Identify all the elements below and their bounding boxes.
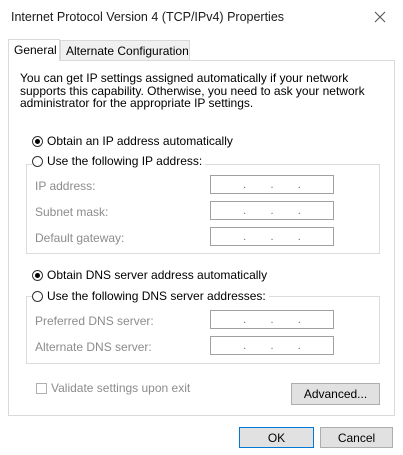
tab-alternate-configuration[interactable]: Alternate Configuration (60, 40, 190, 60)
tab-general[interactable]: General (8, 39, 60, 61)
ip-manual-radio[interactable]: Use the following IP address: (32, 154, 206, 168)
radio-unselected-icon (32, 290, 43, 302)
dns-manual-label: Use the following DNS server addresses: (47, 289, 266, 303)
preferred-dns-input[interactable]: ... (210, 310, 334, 329)
dns-auto-radio[interactable]: Obtain DNS server address automatically (32, 268, 267, 282)
ip-dot: . (270, 339, 274, 352)
close-button[interactable] (357, 0, 403, 34)
default-gateway-label: Default gateway: (35, 231, 125, 245)
ip-manual-label: Use the following IP address: (47, 154, 203, 168)
ip-dot: . (243, 339, 247, 352)
alternate-dns-input[interactable]: ... (210, 336, 334, 355)
validate-label: Validate settings upon exit (51, 381, 191, 395)
ip-auto-radio[interactable]: Obtain an IP address automatically (32, 134, 233, 148)
subnet-mask-input[interactable]: ... (210, 201, 334, 220)
ip-dot: . (270, 204, 274, 217)
dns-auto-label: Obtain DNS server address automatically (47, 268, 268, 282)
ip-dot: . (270, 178, 274, 191)
dns-manual-radio[interactable]: Use the following DNS server addresses: (32, 289, 269, 303)
ip-dot: . (297, 230, 301, 243)
ip-dot: . (243, 313, 247, 326)
ip-dot: . (297, 204, 301, 217)
default-gateway-input[interactable]: ... (210, 227, 334, 246)
ip-dot: . (297, 178, 301, 191)
validate-checkbox[interactable]: Validate settings upon exit (36, 381, 190, 395)
ip-dot: . (297, 339, 301, 352)
ip-dot: . (243, 178, 247, 191)
close-icon (374, 11, 386, 23)
ip-dot: . (297, 313, 301, 326)
radio-selected-icon (32, 135, 43, 147)
subnet-mask-label: Subnet mask: (35, 205, 109, 219)
ip-auto-label: Obtain an IP address automatically (47, 134, 233, 148)
ip-address-input[interactable]: ... (210, 175, 334, 194)
checkbox-icon (36, 382, 47, 394)
description-text: You can get IP settings assigned automat… (20, 71, 365, 110)
ok-button[interactable]: OK (239, 427, 314, 448)
advanced-button[interactable]: Advanced... (291, 383, 380, 405)
ip-dot: . (243, 230, 247, 243)
preferred-dns-label: Preferred DNS server: (35, 314, 154, 328)
window-title: Internet Protocol Version 4 (TCP/IPv4) P… (11, 10, 285, 24)
radio-unselected-icon (32, 155, 43, 167)
title-bar: Internet Protocol Version 4 (TCP/IPv4) P… (0, 0, 403, 34)
ip-address-label: IP address: (35, 179, 96, 193)
radio-selected-icon (32, 269, 43, 281)
alternate-dns-label: Alternate DNS server: (35, 340, 152, 354)
ip-dot: . (243, 204, 247, 217)
cancel-button[interactable]: Cancel (320, 427, 393, 448)
ip-dot: . (270, 230, 274, 243)
ip-dot: . (270, 313, 274, 326)
